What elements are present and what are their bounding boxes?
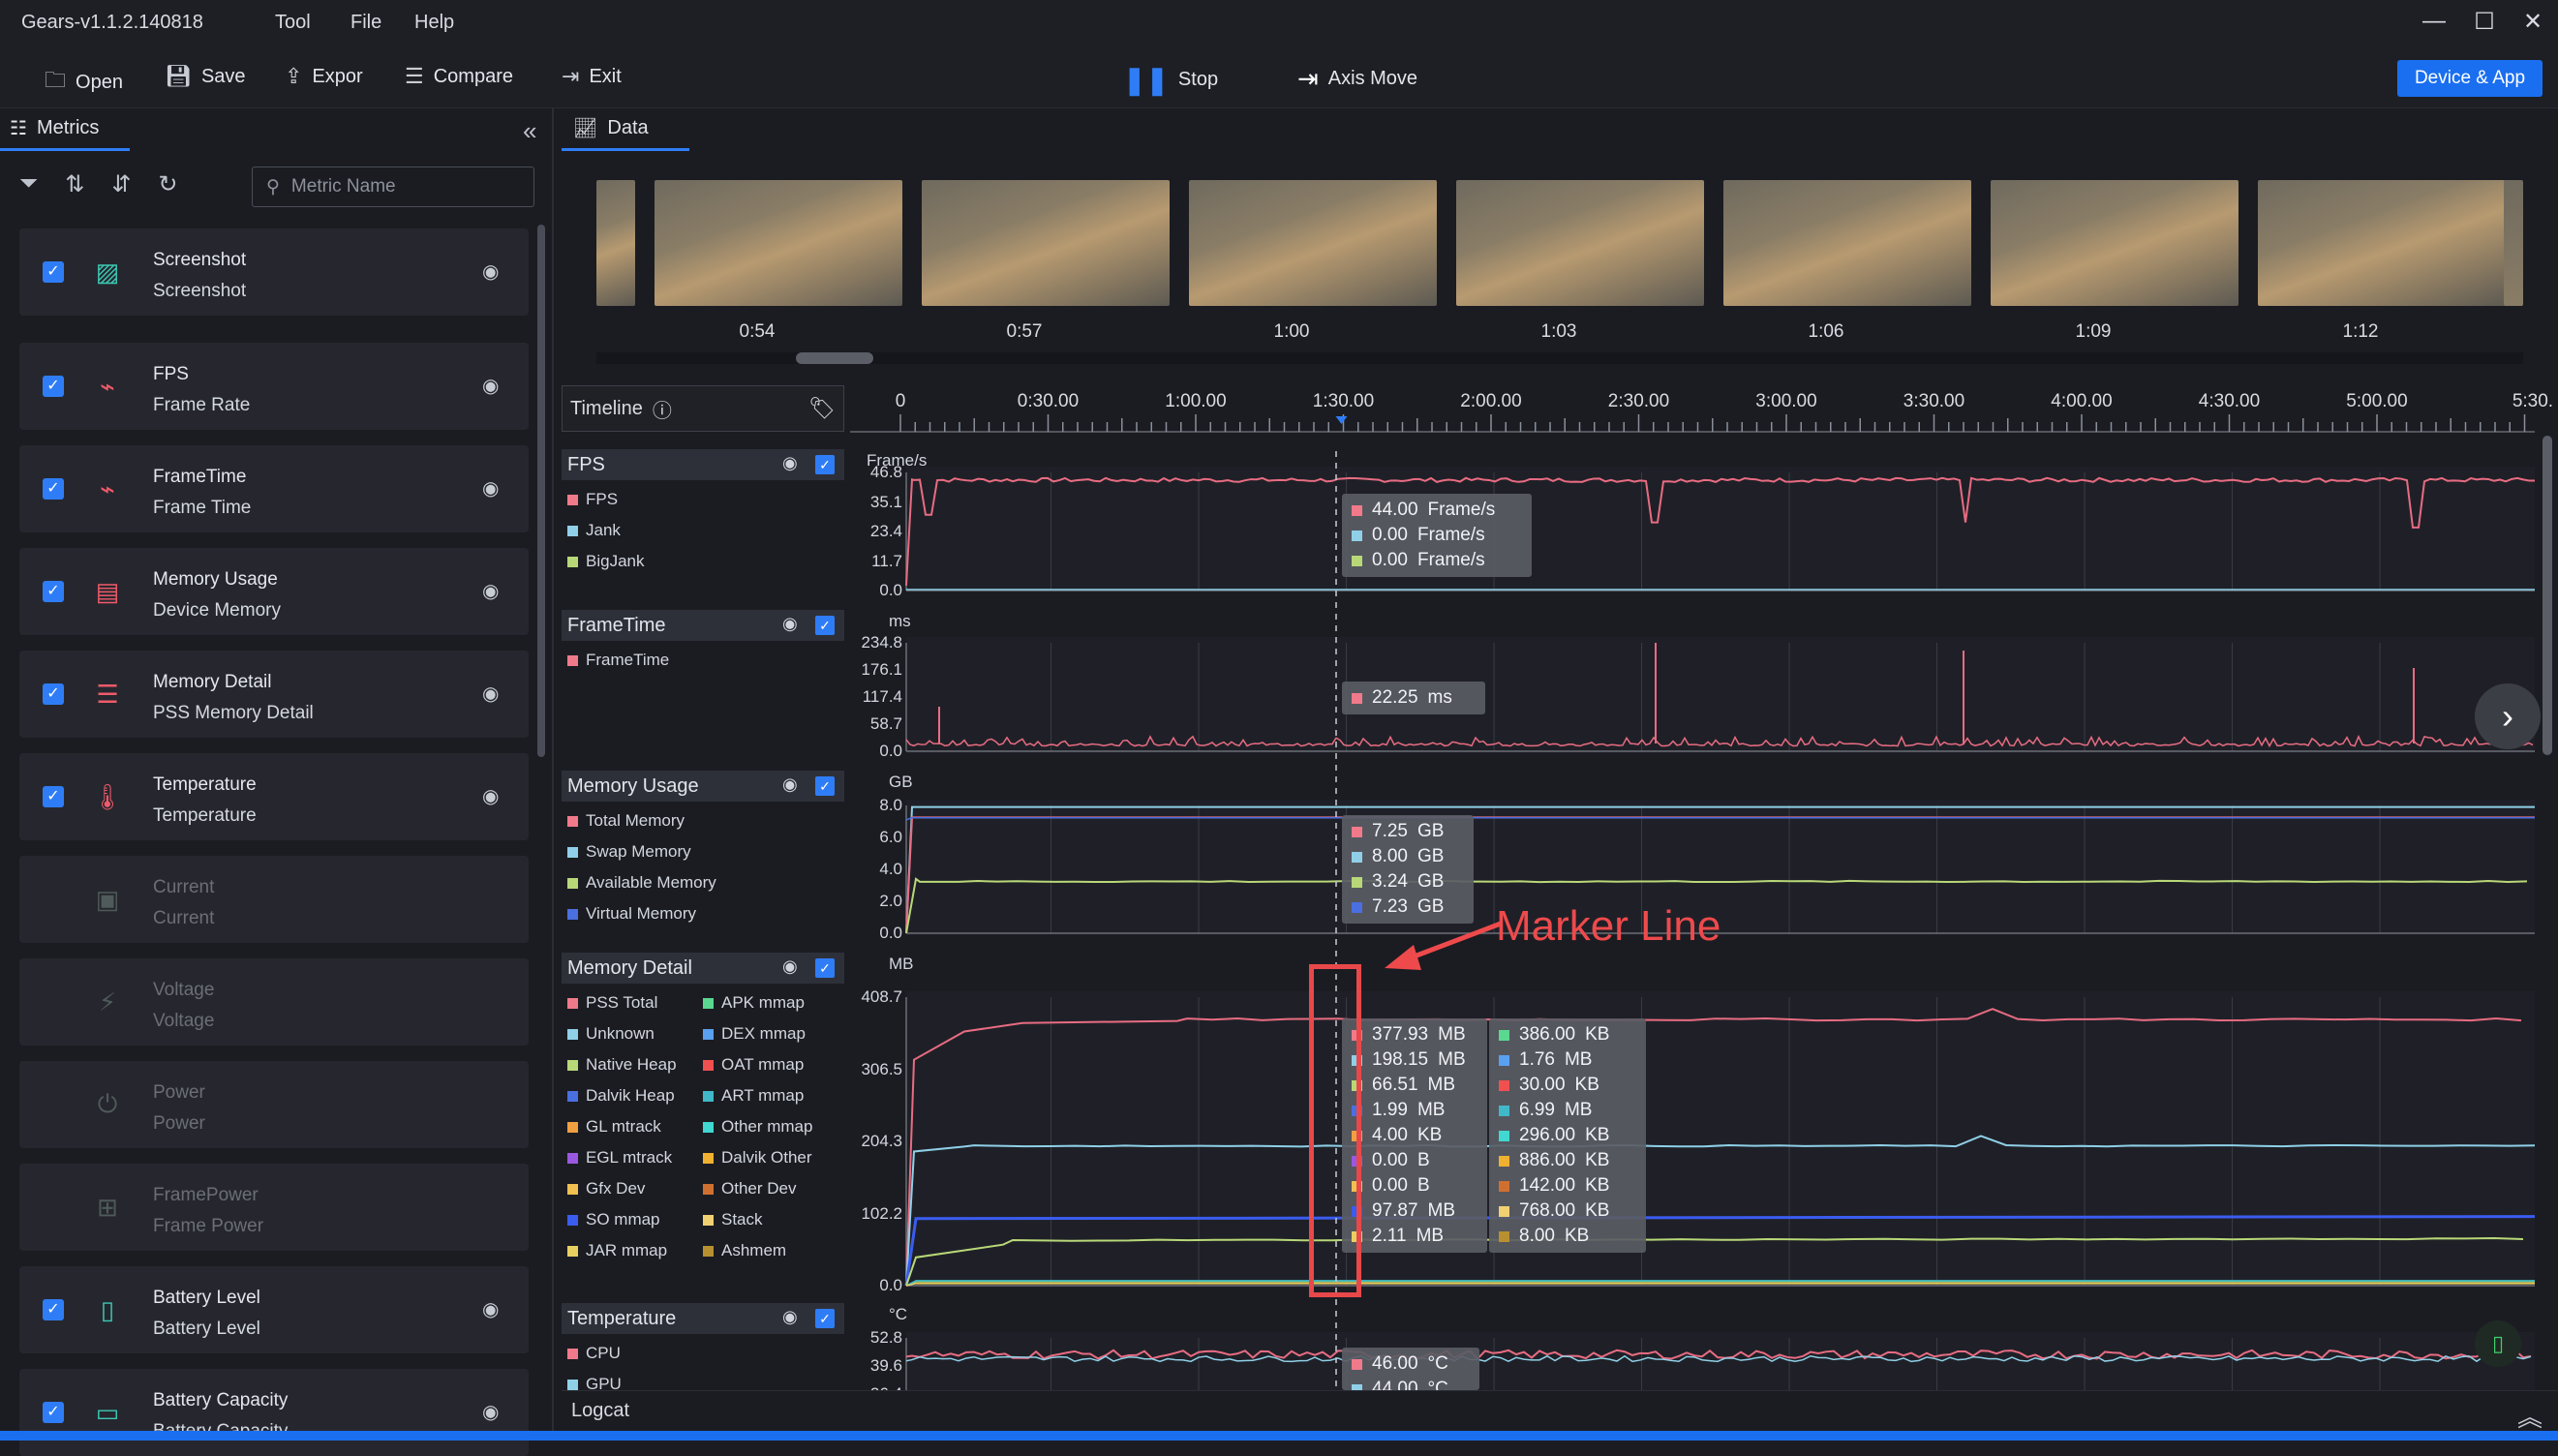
tooltip-swatch (1499, 1029, 1509, 1041)
tooltip-row: 886.00 KB (1499, 1148, 1636, 1173)
plot-area (906, 991, 2535, 1288)
tooltip-row: 6.99 MB (1499, 1098, 1636, 1123)
expand-up-icon[interactable]: ︽ (2517, 1398, 2543, 1434)
plot-area (906, 467, 2535, 592)
marker-line-annotation: Marker Line (1496, 902, 1721, 950)
tooltip-swatch (1352, 851, 1362, 863)
status-bar (0, 1431, 2558, 1441)
tooltip-row: 44.00 °C (1352, 1377, 1470, 1390)
annotation-arrow (1385, 921, 1502, 970)
tooltip-row: 2.11 MB (1352, 1224, 1477, 1249)
tooltip-row: 142.00 KB (1499, 1173, 1636, 1198)
tooltip-row: 377.93 MB (1352, 1022, 1477, 1047)
marker-tooltip: 44.00 Frame/s 0.00 Frame/s 0.00 Frame/s (1342, 494, 1532, 577)
charts-layer (904, 451, 2536, 1396)
tooltip-swatch (1352, 1358, 1362, 1370)
tooltip-swatch (1499, 1079, 1509, 1091)
tooltip-swatch (1352, 530, 1362, 541)
tooltip-swatch (1352, 876, 1362, 888)
tooltip-swatch (1352, 692, 1362, 704)
tooltip-swatch (1499, 1054, 1509, 1066)
tooltip-swatch (1352, 826, 1362, 837)
tooltip-row: 30.00 KB (1499, 1073, 1636, 1098)
tooltip-row: 0.00 B (1352, 1173, 1477, 1198)
marker-tooltip: 377.93 MB 198.15 MB 66.51 MB 1.99 MB 4.0… (1342, 1018, 1487, 1253)
tooltip-row: 8.00 GB (1352, 844, 1464, 869)
tooltip-row: 0.00 Frame/s (1352, 523, 1522, 548)
tooltip-swatch (1499, 1105, 1509, 1116)
tooltip-row: 66.51 MB (1352, 1073, 1477, 1098)
marker-tooltip: 22.25 ms (1342, 682, 1485, 714)
phone-icon[interactable]: ▯ (2475, 1320, 2521, 1367)
tooltip-row: 4.00 KB (1352, 1123, 1477, 1148)
tooltip-swatch (1352, 901, 1362, 913)
tooltip-swatch (1499, 1155, 1509, 1167)
plot-area (906, 1332, 2535, 1396)
tooltip-swatch (1352, 504, 1362, 516)
tooltip-row: 97.87 MB (1352, 1198, 1477, 1224)
tooltip-row: 3.24 GB (1352, 869, 1464, 895)
tooltip-row: 0.00 Frame/s (1352, 548, 1522, 573)
tooltip-swatch (1499, 1205, 1509, 1217)
marker-tooltip: 386.00 KB 1.76 MB 30.00 KB 6.99 MB 296.0… (1489, 1018, 1646, 1253)
marker-highlight-box (1309, 964, 1361, 1297)
tooltip-row: 296.00 KB (1499, 1123, 1636, 1148)
tooltip-row: 7.25 GB (1352, 819, 1464, 844)
tooltip-row: 768.00 KB (1499, 1198, 1636, 1224)
tooltip-swatch (1499, 1130, 1509, 1141)
next-arrow-button[interactable]: › (2475, 683, 2541, 749)
tooltip-row: 0.00 B (1352, 1148, 1477, 1173)
marker-tooltip: 46.00 °C 44.00 °C (1342, 1348, 1479, 1390)
tooltip-swatch (1499, 1180, 1509, 1192)
tooltip-row: 46.00 °C (1352, 1351, 1470, 1377)
tooltip-row: 198.15 MB (1352, 1047, 1477, 1073)
tooltip-row: 22.25 ms (1352, 685, 1476, 711)
tooltip-row: 1.99 MB (1352, 1098, 1477, 1123)
tooltip-swatch (1499, 1230, 1509, 1242)
tooltip-row: 44.00 Frame/s (1352, 498, 1522, 523)
charts-scrollbar[interactable] (2543, 436, 2552, 755)
marker-tooltip: 7.25 GB 8.00 GB 3.24 GB 7.23 GB (1342, 815, 1474, 924)
tooltip-row: 1.76 MB (1499, 1047, 1636, 1073)
tooltip-row: 8.00 KB (1499, 1224, 1636, 1249)
tooltip-row: 386.00 KB (1499, 1022, 1636, 1047)
logcat-bar[interactable]: Logcat (562, 1390, 2558, 1431)
tooltip-swatch (1352, 555, 1362, 566)
